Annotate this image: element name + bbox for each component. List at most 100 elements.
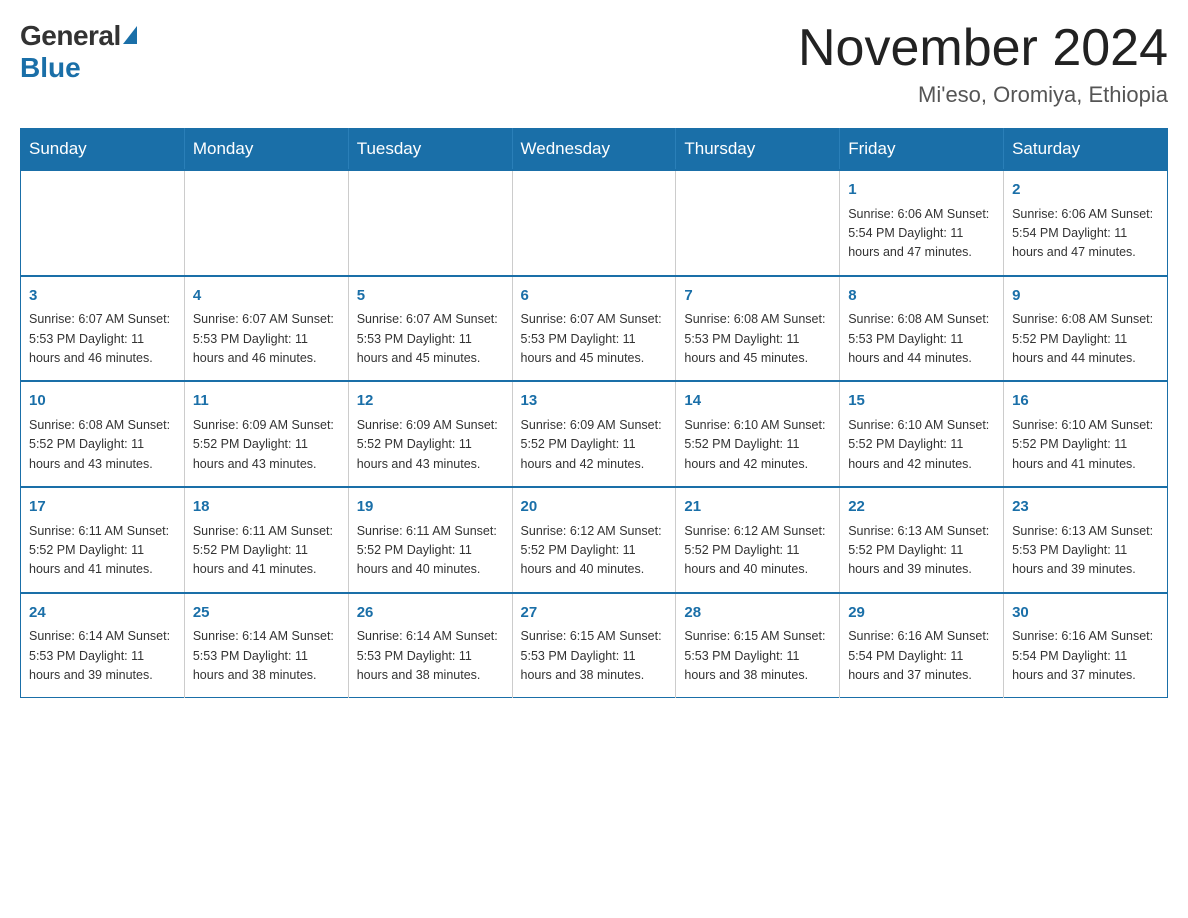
calendar-week-row: 24 Sunrise: 6:14 AM Sunset: 5:53 PM Dayli…	[21, 593, 1168, 698]
calendar-cell: 12 Sunrise: 6:09 AM Sunset: 5:52 PM Dayli…	[348, 381, 512, 487]
day-info: Sunrise: 6:14 AM Sunset: 5:53 PM Dayligh…	[357, 627, 504, 685]
day-info: Sunrise: 6:08 AM Sunset: 5:53 PM Dayligh…	[684, 310, 831, 368]
day-info: Sunrise: 6:07 AM Sunset: 5:53 PM Dayligh…	[521, 310, 668, 368]
logo: General Blue	[20, 20, 137, 84]
day-number: 9	[1012, 285, 1159, 308]
day-info: Sunrise: 6:08 AM Sunset: 5:53 PM Dayligh…	[848, 310, 995, 368]
calendar-cell: 26Sunrise: 6:14 AM Sunset: 5:53 PM Dayli…	[348, 593, 512, 698]
calendar-cell: 23 Sunrise: 6:13 AM Sunset: 5:53 PM Dayli…	[1004, 487, 1168, 593]
calendar-cell: 6Sunrise: 6:07 AM Sunset: 5:53 PM Daylig…	[512, 276, 676, 382]
day-info: Sunrise: 6:06 AM Sunset: 5:54 PM Dayligh…	[1012, 205, 1159, 263]
day-number: 26	[357, 602, 504, 625]
day-info: Sunrise: 6:15 AM Sunset: 5:53 PM Dayligh…	[521, 627, 668, 685]
calendar-cell	[348, 170, 512, 276]
day-info: Sunrise: 6:10 AM Sunset: 5:52 PM Dayligh…	[1012, 416, 1159, 474]
day-info: Sunrise: 6:13 AM Sunset: 5:52 PM Dayligh…	[848, 522, 995, 580]
calendar-cell: 7Sunrise: 6:08 AM Sunset: 5:53 PM Daylig…	[676, 276, 840, 382]
day-number: 15	[848, 390, 995, 413]
calendar-cell: 17 Sunrise: 6:11 AM Sunset: 5:52 PM Dayli…	[21, 487, 185, 593]
day-number: 30	[1012, 602, 1159, 625]
calendar-cell: 29Sunrise: 6:16 AM Sunset: 5:54 PM Dayli…	[840, 593, 1004, 698]
logo-general-text: General	[20, 20, 121, 52]
logo-arrow-icon	[123, 26, 137, 44]
calendar-subtitle: Mi'eso, Oromiya, Ethiopia	[798, 82, 1168, 108]
day-number: 17	[29, 496, 176, 519]
day-info: Sunrise: 6:08 AM Sunset: 5:52 PM Dayligh…	[29, 416, 176, 474]
calendar-cell: 25Sunrise: 6:14 AM Sunset: 5:53 PM Dayli…	[184, 593, 348, 698]
day-of-week-header: Saturday	[1004, 129, 1168, 171]
calendar-cell: 8Sunrise: 6:08 AM Sunset: 5:53 PM Daylig…	[840, 276, 1004, 382]
calendar-week-row: 17 Sunrise: 6:11 AM Sunset: 5:52 PM Dayli…	[21, 487, 1168, 593]
day-info: Sunrise: 6:07 AM Sunset: 5:53 PM Dayligh…	[193, 310, 340, 368]
calendar-cell: 11 Sunrise: 6:09 AM Sunset: 5:52 PM Dayli…	[184, 381, 348, 487]
days-of-week-row: SundayMondayTuesdayWednesdayThursdayFrid…	[21, 129, 1168, 171]
day-info: Sunrise: 6:11 AM Sunset: 5:52 PM Dayligh…	[29, 522, 176, 580]
day-info: Sunrise: 6:09 AM Sunset: 5:52 PM Dayligh…	[193, 416, 340, 474]
day-number: 22	[848, 496, 995, 519]
day-number: 11	[193, 390, 340, 413]
day-info: Sunrise: 6:09 AM Sunset: 5:52 PM Dayligh…	[521, 416, 668, 474]
calendar-cell: 2Sunrise: 6:06 AM Sunset: 5:54 PM Daylig…	[1004, 170, 1168, 276]
day-number: 7	[684, 285, 831, 308]
day-info: Sunrise: 6:13 AM Sunset: 5:53 PM Dayligh…	[1012, 522, 1159, 580]
day-number: 8	[848, 285, 995, 308]
day-number: 23	[1012, 496, 1159, 519]
day-number: 6	[521, 285, 668, 308]
calendar-cell: 1Sunrise: 6:06 AM Sunset: 5:54 PM Daylig…	[840, 170, 1004, 276]
day-info: Sunrise: 6:11 AM Sunset: 5:52 PM Dayligh…	[357, 522, 504, 580]
calendar-cell: 19 Sunrise: 6:11 AM Sunset: 5:52 PM Dayli…	[348, 487, 512, 593]
day-of-week-header: Tuesday	[348, 129, 512, 171]
day-info: Sunrise: 6:09 AM Sunset: 5:52 PM Dayligh…	[357, 416, 504, 474]
day-of-week-header: Wednesday	[512, 129, 676, 171]
day-info: Sunrise: 6:07 AM Sunset: 5:53 PM Dayligh…	[357, 310, 504, 368]
calendar-week-row: 1Sunrise: 6:06 AM Sunset: 5:54 PM Daylig…	[21, 170, 1168, 276]
day-info: Sunrise: 6:16 AM Sunset: 5:54 PM Dayligh…	[1012, 627, 1159, 685]
calendar-cell: 3Sunrise: 6:07 AM Sunset: 5:53 PM Daylig…	[21, 276, 185, 382]
calendar-week-row: 3Sunrise: 6:07 AM Sunset: 5:53 PM Daylig…	[21, 276, 1168, 382]
day-info: Sunrise: 6:10 AM Sunset: 5:52 PM Dayligh…	[848, 416, 995, 474]
day-of-week-header: Sunday	[21, 129, 185, 171]
calendar-cell: 30Sunrise: 6:16 AM Sunset: 5:54 PM Dayli…	[1004, 593, 1168, 698]
day-number: 29	[848, 602, 995, 625]
day-info: Sunrise: 6:10 AM Sunset: 5:52 PM Dayligh…	[684, 416, 831, 474]
day-number: 21	[684, 496, 831, 519]
calendar-cell: 20Sunrise: 6:12 AM Sunset: 5:52 PM Dayli…	[512, 487, 676, 593]
day-number: 18	[193, 496, 340, 519]
day-number: 4	[193, 285, 340, 308]
day-number: 3	[29, 285, 176, 308]
calendar-cell: 4Sunrise: 6:07 AM Sunset: 5:53 PM Daylig…	[184, 276, 348, 382]
day-info: Sunrise: 6:12 AM Sunset: 5:52 PM Dayligh…	[684, 522, 831, 580]
day-info: Sunrise: 6:06 AM Sunset: 5:54 PM Dayligh…	[848, 205, 995, 263]
calendar-cell	[21, 170, 185, 276]
day-info: Sunrise: 6:11 AM Sunset: 5:52 PM Dayligh…	[193, 522, 340, 580]
calendar-cell: 10Sunrise: 6:08 AM Sunset: 5:52 PM Dayli…	[21, 381, 185, 487]
day-info: Sunrise: 6:16 AM Sunset: 5:54 PM Dayligh…	[848, 627, 995, 685]
calendar-cell: 24Sunrise: 6:14 AM Sunset: 5:53 PM Dayli…	[21, 593, 185, 698]
day-number: 20	[521, 496, 668, 519]
calendar-cell	[184, 170, 348, 276]
calendar-cell: 21 Sunrise: 6:12 AM Sunset: 5:52 PM Dayli…	[676, 487, 840, 593]
day-info: Sunrise: 6:07 AM Sunset: 5:53 PM Dayligh…	[29, 310, 176, 368]
title-section: November 2024 Mi'eso, Oromiya, Ethiopia	[798, 20, 1168, 108]
day-number: 25	[193, 602, 340, 625]
page-header: General Blue November 2024 Mi'eso, Oromi…	[20, 20, 1168, 108]
logo-blue-text: Blue	[20, 52, 81, 83]
day-number: 24	[29, 602, 176, 625]
day-info: Sunrise: 6:15 AM Sunset: 5:53 PM Dayligh…	[684, 627, 831, 685]
calendar-body: 1Sunrise: 6:06 AM Sunset: 5:54 PM Daylig…	[21, 170, 1168, 698]
day-number: 5	[357, 285, 504, 308]
calendar-cell: 14Sunrise: 6:10 AM Sunset: 5:52 PM Dayli…	[676, 381, 840, 487]
calendar-cell: 16Sunrise: 6:10 AM Sunset: 5:52 PM Dayli…	[1004, 381, 1168, 487]
day-number: 13	[521, 390, 668, 413]
calendar-cell: 9Sunrise: 6:08 AM Sunset: 5:52 PM Daylig…	[1004, 276, 1168, 382]
day-number: 12	[357, 390, 504, 413]
calendar-table: SundayMondayTuesdayWednesdayThursdayFrid…	[20, 128, 1168, 698]
calendar-cell: 13 Sunrise: 6:09 AM Sunset: 5:52 PM Dayli…	[512, 381, 676, 487]
calendar-cell: 5Sunrise: 6:07 AM Sunset: 5:53 PM Daylig…	[348, 276, 512, 382]
calendar-cell	[676, 170, 840, 276]
calendar-cell	[512, 170, 676, 276]
day-number: 19	[357, 496, 504, 519]
calendar-cell: 15 Sunrise: 6:10 AM Sunset: 5:52 PM Dayli…	[840, 381, 1004, 487]
day-of-week-header: Monday	[184, 129, 348, 171]
day-info: Sunrise: 6:08 AM Sunset: 5:52 PM Dayligh…	[1012, 310, 1159, 368]
